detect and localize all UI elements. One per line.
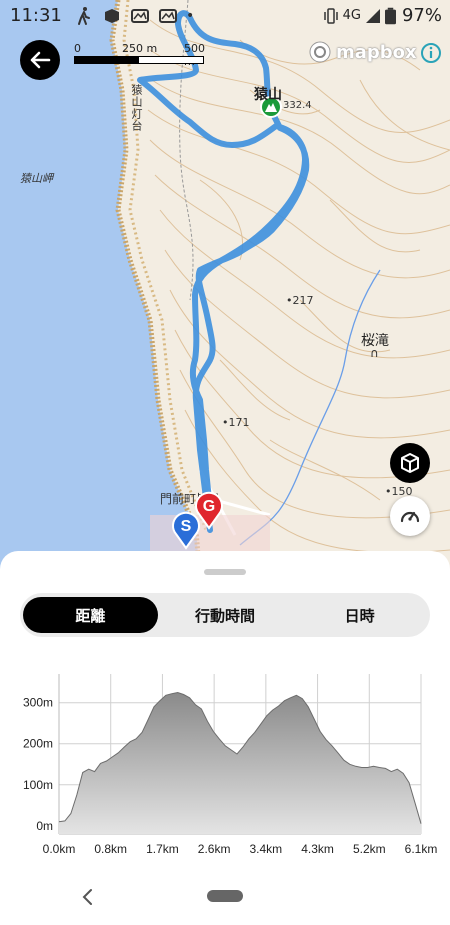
battery-percent: 97%: [401, 5, 442, 26]
more-notifications-dot: •: [186, 8, 195, 24]
label-cape: 猿山岬: [20, 172, 53, 185]
speed-button[interactable]: [390, 496, 430, 536]
scale-bar-graphic: [74, 56, 204, 64]
nav-home-pill[interactable]: [207, 890, 243, 902]
x-tick-label: 6.1km: [405, 842, 438, 856]
topographic-map[interactable]: [0, 0, 450, 580]
system-nav-bar: [0, 877, 450, 925]
back-button[interactable]: [20, 40, 60, 80]
x-tick-label: 0.0km: [43, 842, 76, 856]
arrow-left-icon: [30, 51, 51, 69]
map-app-icon: [131, 9, 149, 23]
svg-text:S: S: [181, 518, 192, 535]
elevation-area: [59, 692, 421, 834]
x-tick-label: 5.2km: [353, 842, 386, 856]
mapbox-icon: [309, 41, 331, 63]
signal-icon: [365, 8, 380, 23]
label-falls-symbol: ∩: [370, 346, 379, 360]
scale-bar: 0 250 m 500 m: [74, 42, 208, 68]
walking-icon: [78, 7, 90, 25]
network-type: 4G: [342, 8, 361, 23]
label-spot-217: •217: [286, 294, 314, 307]
label-summit-name: 猿山: [254, 87, 282, 103]
x-tick-label: 0.8km: [94, 842, 127, 856]
label-spot-171: •171: [222, 416, 250, 429]
scale-label-500: 500 m: [184, 42, 205, 68]
stream: [239, 269, 381, 546]
sheet-drag-handle[interactable]: [204, 569, 246, 575]
nav-back-icon[interactable]: [80, 887, 94, 907]
mapbox-wordmark: mapbox: [336, 41, 417, 63]
notification-icons: •: [74, 6, 194, 26]
map-view[interactable]: 猿山岬 猿山灯台 猿山 332.4 •217 •171 •150 桜滝 ∩ 門前…: [0, 0, 450, 580]
elevation-chart[interactable]: 0.0km 0.8km 1.7km 2.6km 3.4km 4.3km 5.2km 6.1km…: [0, 666, 450, 866]
info-icon[interactable]: [420, 42, 442, 64]
tab-distance[interactable]: 距離: [23, 597, 158, 633]
scale-label-0: 0: [74, 42, 81, 55]
cube-icon: [401, 453, 419, 473]
3d-view-button[interactable]: [390, 443, 430, 483]
speedometer-icon: [400, 511, 420, 523]
x-tick-label: 4.3km: [301, 842, 334, 856]
bottom-sheet: 距離 行動時間 日時 0.0km 0.8km 1.7km 2.6km 3.4km 4.3k…: [0, 551, 450, 925]
vibrate-icon: [323, 7, 338, 24]
app-notification-icon: [105, 9, 119, 23]
y-tick-label: 100m: [23, 778, 53, 792]
x-tick-label: 2.6km: [198, 842, 231, 856]
label-summit-elev: 332.4: [283, 100, 312, 111]
x-tick-label: 3.4km: [250, 842, 283, 856]
label-lighthouse: 猿山灯台: [130, 84, 143, 132]
svg-text:G: G: [203, 498, 215, 515]
tab-moving-time[interactable]: 行動時間: [158, 597, 293, 633]
start-marker[interactable]: S: [170, 510, 202, 550]
segmented-tabs: 距離 行動時間 日時: [20, 593, 430, 637]
status-time: 11:31: [10, 5, 62, 26]
map-app-icon-2: [159, 9, 177, 23]
mapbox-logo[interactable]: mapbox: [308, 40, 417, 64]
y-tick-label: 300m: [23, 696, 53, 710]
status-bar: 11:31 • 4G 97%: [0, 0, 450, 32]
battery-icon: [384, 7, 396, 24]
scale-label-250: 250 m: [122, 42, 158, 55]
x-tick-label: 1.7km: [146, 842, 179, 856]
y-tick-label: 0m: [36, 819, 53, 833]
y-tick-label: 200m: [23, 737, 53, 751]
tab-datetime[interactable]: 日時: [292, 597, 427, 633]
